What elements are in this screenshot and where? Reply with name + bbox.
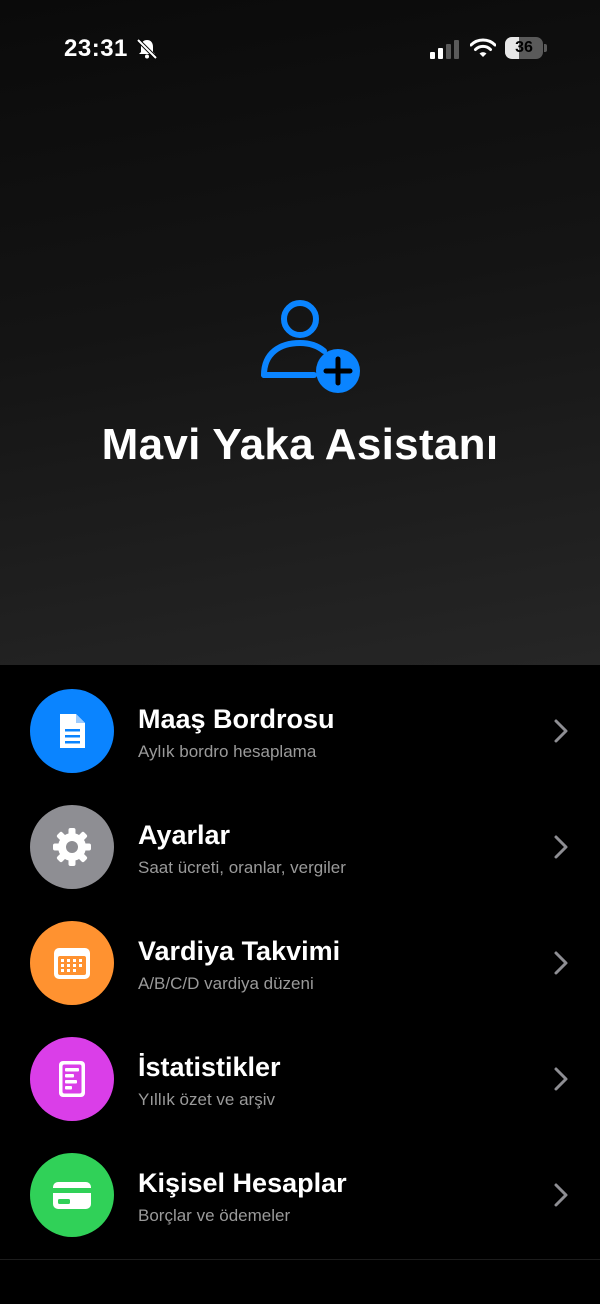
battery-icon: 36 <box>505 37 547 59</box>
menu-icon-circle <box>30 1037 114 1121</box>
menu-item-vardiya-takvimi[interactable]: Vardiya Takvimi A/B/C/D vardiya düzeni <box>0 904 600 1020</box>
battery-level: 36 <box>515 39 533 56</box>
person-add-icon <box>261 300 360 393</box>
chevron-right-icon <box>554 951 568 975</box>
chevron-right-icon <box>554 1067 568 1091</box>
stats-report-icon <box>59 1061 85 1097</box>
menu-item-kisisel-hesaplar[interactable]: Kişisel Hesaplar Borçlar ve ödemeler <box>0 1136 600 1252</box>
menu-item-istatistikler[interactable]: İstatistikler Yıllık özet ve arşiv <box>0 1020 600 1136</box>
menu-item-title: Kişisel Hesaplar <box>138 1168 347 1198</box>
chevron-right-icon <box>554 835 568 859</box>
menu-item-maas-bordrosu[interactable]: Maaş Bordrosu Aylık bordro hesaplama <box>0 672 600 788</box>
gear-icon <box>53 828 91 866</box>
chevron-right-icon <box>554 719 568 743</box>
hero-header: Mavi Yaka Asistanı <box>0 0 600 665</box>
menu-icon-circle <box>30 805 114 889</box>
menu-item-title: Maaş Bordrosu <box>138 704 335 734</box>
menu-item-subtitle: Aylık bordro hesaplama <box>138 742 317 761</box>
menu-item-subtitle: Yıllık özet ve arşiv <box>138 1090 275 1109</box>
menu-item-ayarlar[interactable]: Ayarlar Saat ücreti, oranlar, vergiler <box>0 788 600 904</box>
menu-icon-circle <box>30 921 114 1005</box>
menu-item-title: İstatistikler <box>138 1052 281 1082</box>
menu-item-subtitle: Saat ücreti, oranlar, vergiler <box>138 858 346 877</box>
status-bar: 23:31 36 <box>0 0 600 96</box>
wifi-icon <box>470 38 496 57</box>
cellular-signal-icon <box>430 40 459 59</box>
menu-item-title: Ayarlar <box>138 820 231 850</box>
main-menu: Maaş Bordrosu Aylık bordro hesaplama Aya… <box>0 672 600 1252</box>
menu-item-subtitle: Borçlar ve ödemeler <box>138 1206 291 1225</box>
credit-card-icon <box>53 1182 91 1209</box>
calendar-icon <box>54 948 90 979</box>
bell-muted-icon <box>136 38 158 60</box>
menu-item-title: Vardiya Takvimi <box>138 936 341 966</box>
menu-icon-circle <box>30 1153 114 1237</box>
menu-icon-circle <box>30 689 114 773</box>
status-time: 23:31 <box>64 35 128 62</box>
divider <box>0 1259 600 1260</box>
chevron-right-icon <box>554 1183 568 1207</box>
app-title: Mavi Yaka Asistanı <box>101 420 499 469</box>
menu-item-subtitle: A/B/C/D vardiya düzeni <box>138 974 314 993</box>
document-icon <box>60 714 85 748</box>
